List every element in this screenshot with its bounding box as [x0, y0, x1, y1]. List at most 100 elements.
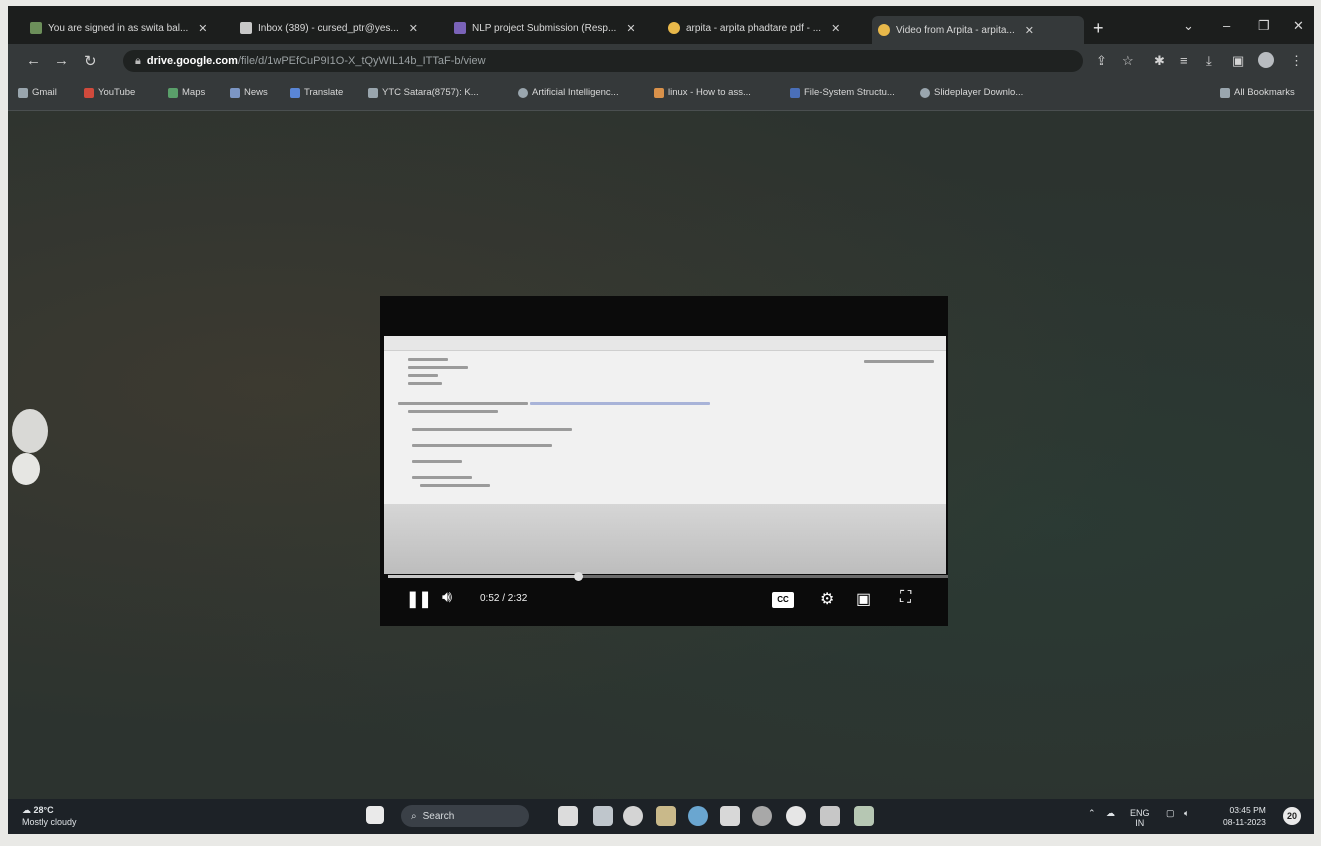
tab-bar: You are signed in as swita bal... ✕ Inbo… [8, 6, 1314, 44]
classroom-favicon-icon [30, 22, 42, 34]
progress-fill [388, 575, 579, 578]
start-icon[interactable] [366, 806, 384, 824]
progress-handle[interactable] [574, 572, 584, 581]
tab-title: arpita - arpita phadtare pdf - ... [686, 22, 822, 34]
bookmark-label: File-System Structu... [804, 87, 895, 98]
weather-widget[interactable]: ☁ 28°C Mostly cloudy [22, 804, 77, 828]
bookmark-label: YTC Satara(8757): K... [382, 87, 479, 98]
tab-title: You are signed in as swita bal... [48, 22, 189, 34]
ai-icon [518, 87, 528, 98]
fullscreen-icon[interactable]: ⛶ [900, 589, 911, 607]
search-icon: ⌕ [411, 810, 417, 822]
bookmark-slideplayer[interactable]: Slideplayer Downlo... [920, 87, 1023, 98]
close-icon[interactable]: ✕ [831, 22, 840, 35]
youtube-icon [84, 87, 94, 98]
code-line [412, 444, 552, 447]
code-line [412, 428, 572, 431]
close-window-icon[interactable]: ✕ [1293, 18, 1304, 34]
forward-icon[interactable]: → [54, 52, 69, 69]
network-icon[interactable]: ▢ [1166, 808, 1175, 819]
settings-icon[interactable]: ⚙ [820, 589, 834, 609]
bookmark-filesystem[interactable]: File-System Structu... [790, 87, 895, 98]
bookmark-linux[interactable]: linux - How to ass... [654, 87, 751, 98]
tab-title: Inbox (389) - cursed_ptr@yes... [258, 22, 399, 34]
tab-classroom[interactable]: You are signed in as swita bal... ✕ [30, 16, 230, 40]
sidepanel-icon[interactable]: ▣ [1232, 53, 1244, 69]
tab-drive-pdf[interactable]: arpita - arpita phadtare pdf - ... ✕ [668, 16, 863, 40]
pause-icon[interactable]: ❚❚ [406, 589, 432, 609]
drive-viewer: ❚❚ 🔊︎ 0:52 / 2:32 CC ⚙ ▣ ⛶ [8, 111, 1314, 799]
globe-icon [920, 87, 930, 98]
speaker-icon[interactable]: 🔈︎ [1184, 808, 1189, 819]
tab-gmail[interactable]: Inbox (389) - cursed_ptr@yes... ✕ [240, 16, 445, 40]
lang-top: ENG [1130, 808, 1150, 818]
bookmark-gmail[interactable]: Gmail [18, 87, 57, 98]
video-player[interactable]: ❚❚ 🔊︎ 0:52 / 2:32 CC ⚙ ▣ ⛶ [380, 296, 948, 626]
extensions-icon[interactable]: ✱ [1154, 53, 1165, 69]
address-bar[interactable]: 🔒︎ drive.google.com /file/d/1wPEfCuP9I1O… [123, 50, 1083, 72]
star-icon[interactable]: ☆ [1122, 53, 1134, 69]
code-line-highlight [530, 402, 710, 405]
excel-icon[interactable] [854, 806, 874, 826]
close-icon[interactable]: ✕ [626, 22, 635, 35]
back-icon[interactable]: ← [26, 52, 41, 69]
task-view-icon[interactable] [558, 806, 578, 826]
side-panel-handle[interactable] [8, 401, 48, 491]
close-icon[interactable]: ✕ [409, 22, 418, 35]
restore-icon[interactable]: ❐ [1258, 18, 1270, 34]
hand-shape-icon [12, 409, 48, 485]
onedrive-icon[interactable]: ☁ [1106, 808, 1115, 819]
chrome-icon[interactable] [786, 806, 806, 826]
code-line [408, 410, 498, 413]
edge-icon[interactable] [688, 806, 708, 826]
new-tab-button[interactable]: + [1093, 18, 1104, 39]
search-label: Search [422, 810, 455, 822]
code-line [408, 358, 448, 361]
pip-icon[interactable]: ▣ [856, 589, 871, 609]
bookmark-ytc[interactable]: YTC Satara(8757): K... [368, 87, 479, 98]
download-icon[interactable]: ⤓ [1206, 53, 1212, 69]
reload-icon[interactable]: ↻ [84, 52, 97, 70]
media-icon[interactable]: ≡ [1180, 53, 1188, 68]
bookmarks-bar: Gmail YouTube Maps News Translate YTC Sa… [8, 78, 1314, 111]
all-bookmarks[interactable]: All Bookmarks [1220, 87, 1295, 98]
tab-forms[interactable]: NLP project Submission (Resp... ✕ [454, 16, 659, 40]
bookmark-youtube[interactable]: YouTube [84, 87, 135, 98]
volume-icon[interactable]: 🔊︎ [442, 589, 452, 607]
menu-icon[interactable]: ⋮ [1290, 53, 1303, 69]
app-icon[interactable] [752, 806, 772, 826]
file-explorer-icon[interactable] [656, 806, 676, 826]
bookmark-news[interactable]: News [230, 87, 268, 98]
gmail-icon [368, 87, 378, 98]
tab-search-icon[interactable]: ⌄ [1183, 18, 1194, 34]
gmail-favicon-icon [240, 22, 252, 34]
share-icon[interactable]: ⇪ [1096, 53, 1107, 69]
taskbar-search[interactable]: ⌕ Search [401, 805, 529, 827]
player-controls: ❚❚ 🔊︎ 0:52 / 2:32 CC ⚙ ▣ ⛶ [380, 581, 948, 621]
code-line [864, 360, 934, 363]
close-icon[interactable]: ✕ [198, 22, 207, 35]
tab-title: NLP project Submission (Resp... [472, 22, 617, 34]
forms-favicon-icon [454, 22, 466, 34]
tab-drive-video[interactable]: Video from Arpita - arpita... ✕ [872, 16, 1084, 44]
avatar[interactable] [1258, 52, 1274, 68]
widgets-icon[interactable] [593, 806, 613, 826]
chevron-up-icon[interactable]: ⌃ [1088, 808, 1096, 819]
bookmark-translate[interactable]: Translate [290, 87, 343, 98]
store-icon[interactable] [720, 806, 740, 826]
video-progress[interactable] [388, 572, 948, 581]
captions-button[interactable]: CC [772, 592, 794, 608]
bookmark-ai[interactable]: Artificial Intelligenc... [518, 87, 619, 98]
close-icon[interactable]: ✕ [1025, 24, 1034, 37]
acrobat-icon[interactable] [820, 806, 840, 826]
clock[interactable]: 03:45 PM 08-11-2023 [1223, 804, 1266, 828]
screen: You are signed in as swita bal... ✕ Inbo… [8, 6, 1314, 834]
bookmark-label: News [244, 87, 268, 98]
language-indicator[interactable]: ENG IN [1130, 808, 1150, 828]
code-line [412, 460, 462, 463]
notification-badge[interactable]: 20 [1283, 807, 1301, 825]
chat-icon[interactable] [623, 806, 643, 826]
bookmark-maps[interactable]: Maps [168, 87, 205, 98]
bookmark-label: Gmail [32, 87, 57, 98]
minimize-icon[interactable]: – [1223, 18, 1230, 33]
